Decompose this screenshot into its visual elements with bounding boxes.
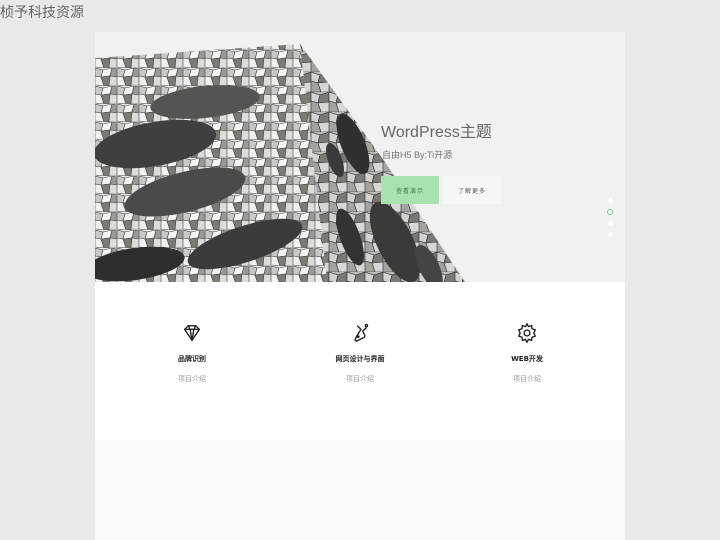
lower-section: [95, 440, 625, 540]
gear-icon: [517, 322, 537, 344]
service-item-web-dev: WEB开发 项目介绍: [462, 322, 592, 384]
service-title: WEB开发: [511, 355, 543, 363]
slider-dot[interactable]: [607, 221, 613, 226]
service-desc: 项目介绍: [346, 375, 374, 383]
diamond-icon: [183, 324, 201, 342]
slider-dot-active[interactable]: [607, 209, 613, 215]
service-desc: 项目介绍: [178, 375, 206, 383]
service-item-web-design: 网页设计与界面 项目介绍: [295, 322, 425, 384]
slider-pagination: [605, 198, 615, 243]
hero-title: WordPress主题: [381, 124, 492, 141]
services-section: 品牌识别 项目介绍 网页设计与界面 项目介绍 WEB开发 项目介绍: [95, 282, 625, 440]
service-title: 网页设计与界面: [335, 355, 385, 363]
service-item-brand: 品牌识别 项目介绍: [127, 322, 257, 384]
hero-slider: WordPress主题 自由H5 By:Ti开源 查看演示 了解更多: [95, 32, 625, 282]
page-content: WordPress主题 自由H5 By:Ti开源 查看演示 了解更多 品牌识别 …: [95, 32, 625, 540]
view-demo-button[interactable]: 查看演示: [381, 176, 439, 204]
slider-dot[interactable]: [607, 198, 613, 203]
service-title: 品牌识别: [178, 355, 206, 363]
learn-more-button[interactable]: 了解更多: [443, 176, 501, 204]
hero-subtitle: 自由H5 By:Ti开源: [382, 150, 453, 160]
service-desc: 项目介绍: [513, 375, 541, 383]
flask-icon: [354, 323, 369, 343]
site-title[interactable]: 桢予科技资源: [0, 2, 84, 22]
slider-dot[interactable]: [607, 232, 613, 237]
